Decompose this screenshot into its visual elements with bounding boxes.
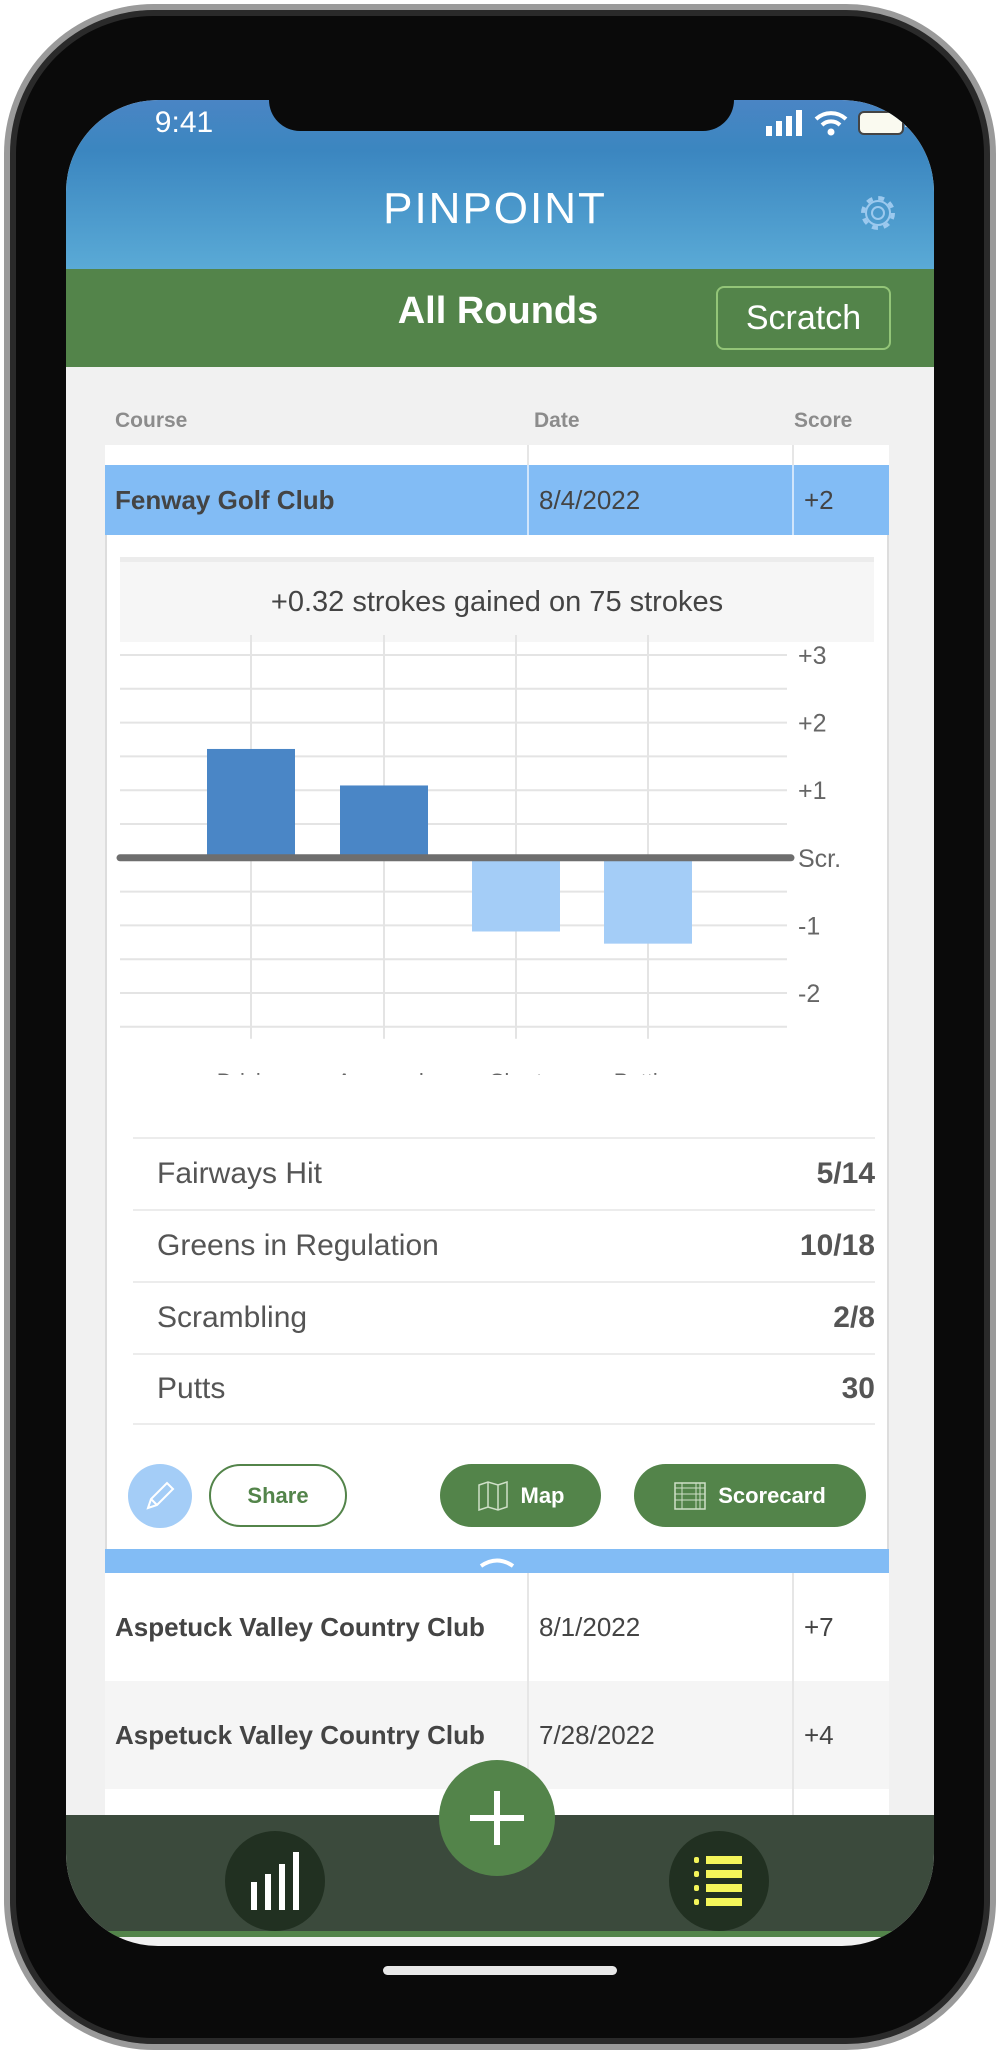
- course-cell: Aspetuck Valley Country Club: [105, 1573, 529, 1681]
- column-header-date[interactable]: Date: [534, 409, 580, 433]
- scorecard-label: Scorecard: [718, 1482, 826, 1508]
- stat-value: 10/18: [799, 1229, 875, 1262]
- stat-row-putts: Putts 30: [133, 1353, 875, 1425]
- share-label: Share: [247, 1482, 309, 1508]
- map-label: Map: [520, 1482, 565, 1508]
- category-label: Short: [490, 1069, 543, 1075]
- edit-round-button[interactable]: [128, 1464, 192, 1528]
- notch: [269, 100, 734, 131]
- course-cell: Fenway Golf Club: [105, 465, 529, 535]
- y-tick-label: +2: [798, 710, 827, 738]
- table-row-selected[interactable]: Fenway Golf Club 8/4/2022 +2: [105, 465, 889, 535]
- pinpoint-logo: PINPOINT: [383, 184, 607, 233]
- collapse-details-button[interactable]: [105, 1549, 889, 1573]
- column-header-course[interactable]: Course: [115, 409, 187, 433]
- y-tick-label: +3: [798, 642, 827, 670]
- tab-rounds-list[interactable]: [669, 1831, 769, 1931]
- table-row[interactable]: Aspetuck Valley Country Club 8/1/2022 +7: [105, 1573, 889, 1681]
- status-icons: [766, 110, 910, 136]
- map-icon: [477, 1480, 508, 1511]
- date-cell: 8/1/2022: [529, 1573, 794, 1681]
- score-cell: +2: [804, 484, 834, 515]
- table-row-partial[interactable]: [105, 445, 889, 465]
- y-tick-label: -2: [798, 980, 820, 1008]
- status-time: 9:41: [154, 106, 214, 139]
- nav-bar: All Rounds Scratch: [66, 269, 934, 367]
- home-indicator[interactable]: [383, 1966, 617, 1975]
- y-tick-label: Scr.: [798, 845, 841, 873]
- stat-value: 30: [841, 1372, 875, 1405]
- category-label: Driving: [217, 1069, 285, 1075]
- stat-value: 2/8: [833, 1301, 875, 1334]
- scorecard-button[interactable]: Scorecard: [634, 1464, 866, 1527]
- bar-putting: [604, 857, 692, 944]
- stats-bars-icon: [251, 1852, 299, 1910]
- strokes-gained-summary: +0.32 strokes gained on 75 strokes: [120, 557, 874, 642]
- scratch-handicap-button[interactable]: Scratch: [716, 286, 891, 350]
- stat-label: Fairways Hit: [157, 1157, 323, 1190]
- stat-value: 5/14: [816, 1157, 875, 1190]
- tab-stats[interactable]: [225, 1831, 325, 1931]
- score-cell: +7: [804, 1611, 834, 1642]
- category-label: Putting: [614, 1069, 683, 1075]
- scorecard-icon: [674, 1481, 706, 1510]
- column-header-score[interactable]: Score: [794, 409, 852, 433]
- bar-short-game: [472, 857, 560, 932]
- wifi-icon: [814, 111, 848, 136]
- category-label: Approach: [337, 1069, 431, 1075]
- bar-approach: [340, 785, 428, 858]
- page-title: All Rounds: [397, 290, 599, 332]
- date-cell: 8/4/2022: [529, 465, 794, 535]
- map-button[interactable]: Map: [440, 1464, 601, 1527]
- stat-label: Greens in Regulation: [157, 1229, 439, 1262]
- bar-driving: [207, 748, 295, 858]
- date-cell: 7/28/2022: [529, 1681, 794, 1789]
- stat-row-scrambling: Scrambling 2/8: [133, 1281, 875, 1353]
- round-details-panel: +0.32 strokes gained on 75 strokes Drivi…: [105, 535, 889, 1549]
- stat-label: Scrambling: [157, 1301, 308, 1334]
- share-button[interactable]: Share: [209, 1464, 347, 1527]
- stat-row-gir: Greens in Regulation 10/18: [133, 1209, 875, 1281]
- score-cell: +4: [804, 1719, 834, 1750]
- plus-icon: [470, 1791, 524, 1845]
- chevron-up-icon: [479, 1558, 515, 1568]
- y-tick-label: -1: [798, 912, 820, 940]
- add-round-button[interactable]: [439, 1760, 555, 1876]
- list-icon: [694, 1856, 742, 1906]
- gear-icon[interactable]: [855, 190, 901, 236]
- app-screen: 9:41 PINPOINT All Rounds Scratch Course …: [66, 100, 934, 1946]
- stat-row-fairways: Fairways Hit 5/14: [133, 1137, 875, 1209]
- pencil-icon: [146, 1481, 175, 1510]
- signal-icon: [766, 110, 802, 136]
- y-tick-label: +1: [798, 777, 827, 805]
- strokes-gained-chart: DrivingApproachShortGamePutting+3+2+1Scr…: [116, 635, 841, 1075]
- stat-label: Putts: [157, 1372, 226, 1405]
- battery-icon: [858, 111, 908, 135]
